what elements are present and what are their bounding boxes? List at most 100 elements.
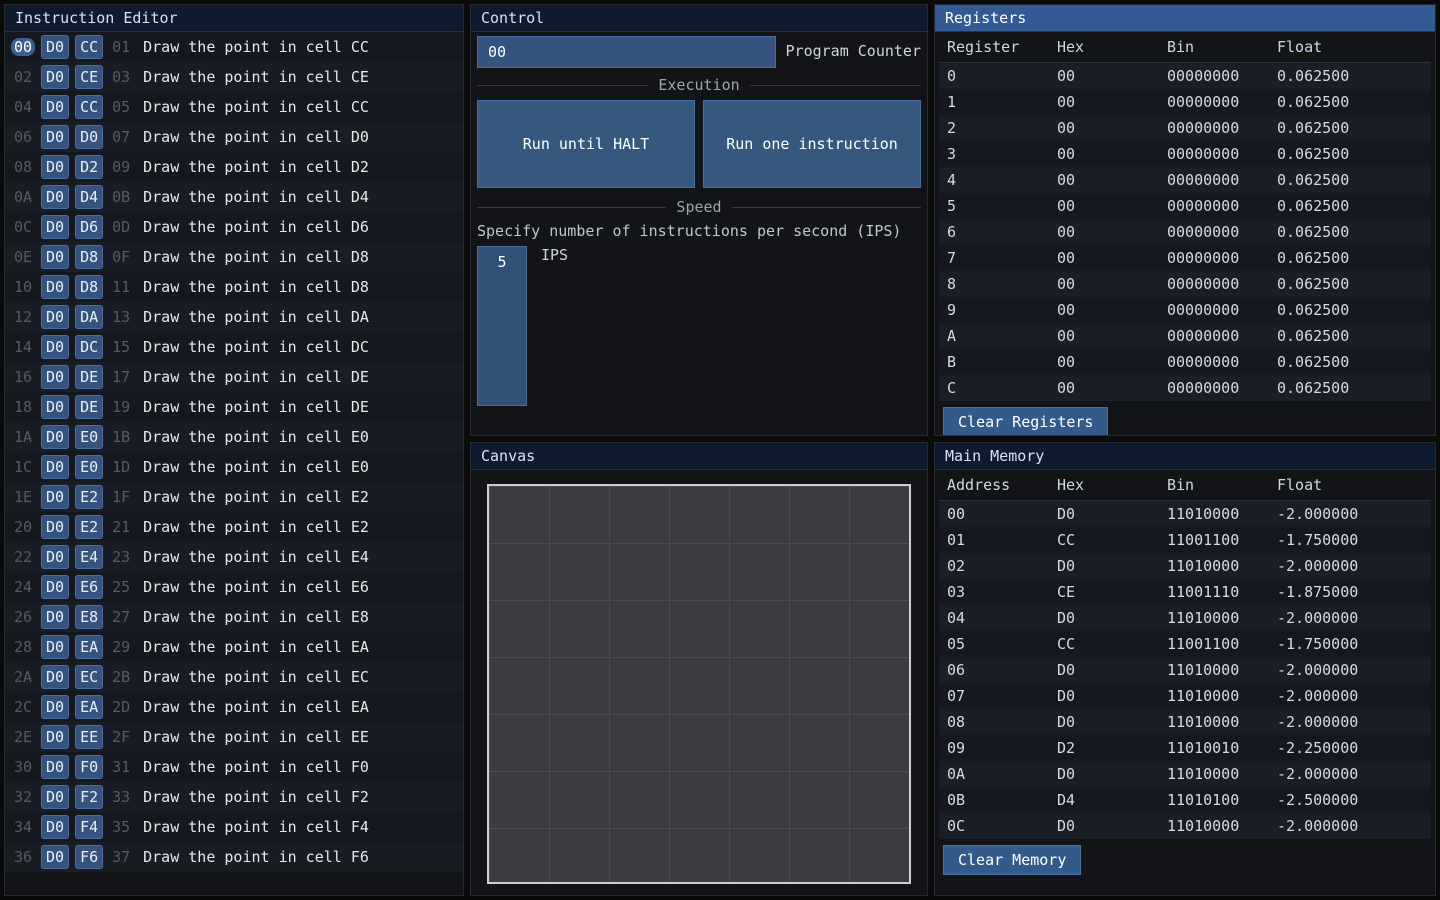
instruction-byte-1[interactable]: DE xyxy=(75,365,103,389)
instruction-byte-1[interactable]: D4 xyxy=(75,185,103,209)
memory-row[interactable]: 01CC11001100-1.750000 xyxy=(939,527,1431,553)
instruction-byte-1[interactable]: E6 xyxy=(75,575,103,599)
register-row[interactable]: 800000000000.062500 xyxy=(939,271,1431,297)
canvas-surface[interactable] xyxy=(487,484,911,884)
instruction-row[interactable]: 30D0F031Draw the point in cell F0 xyxy=(5,752,463,782)
instruction-byte-0[interactable]: D0 xyxy=(41,755,69,779)
instruction-row[interactable]: 24D0E625Draw the point in cell E6 xyxy=(5,572,463,602)
memory-row[interactable]: 03CE11001110-1.875000 xyxy=(939,579,1431,605)
instruction-byte-0[interactable]: D0 xyxy=(41,155,69,179)
instruction-byte-1[interactable]: CC xyxy=(75,35,103,59)
instruction-row[interactable]: 22D0E423Draw the point in cell E4 xyxy=(5,542,463,572)
instruction-byte-1[interactable]: E0 xyxy=(75,455,103,479)
instruction-byte-0[interactable]: D0 xyxy=(41,395,69,419)
instruction-row[interactable]: 28D0EA29Draw the point in cell EA xyxy=(5,632,463,662)
instruction-byte-1[interactable]: D8 xyxy=(75,245,103,269)
instruction-byte-0[interactable]: D0 xyxy=(41,335,69,359)
memory-row[interactable]: 05CC11001100-1.750000 xyxy=(939,631,1431,657)
register-row[interactable]: 900000000000.062500 xyxy=(939,297,1431,323)
run-until-halt-button[interactable]: Run until HALT xyxy=(477,100,695,188)
instruction-byte-1[interactable]: CE xyxy=(75,65,103,89)
instruction-byte-0[interactable]: D0 xyxy=(41,365,69,389)
instruction-row[interactable]: 02D0CE03Draw the point in cell CE xyxy=(5,62,463,92)
instruction-byte-1[interactable]: DC xyxy=(75,335,103,359)
instruction-byte-1[interactable]: EC xyxy=(75,665,103,689)
instruction-row[interactable]: 2ED0EE2FDraw the point in cell EE xyxy=(5,722,463,752)
instruction-row[interactable]: 04D0CC05Draw the point in cell CC xyxy=(5,92,463,122)
register-row[interactable]: 600000000000.062500 xyxy=(939,219,1431,245)
instruction-byte-1[interactable]: D2 xyxy=(75,155,103,179)
memory-row[interactable]: 08D011010000-2.000000 xyxy=(939,709,1431,735)
memory-row[interactable]: 04D011010000-2.000000 xyxy=(939,605,1431,631)
ips-input[interactable]: 5 xyxy=(477,246,527,406)
instruction-row[interactable]: 26D0E827Draw the point in cell E8 xyxy=(5,602,463,632)
instruction-byte-1[interactable]: D0 xyxy=(75,125,103,149)
instruction-row[interactable]: 1AD0E01BDraw the point in cell E0 xyxy=(5,422,463,452)
instruction-row[interactable]: 08D0D209Draw the point in cell D2 xyxy=(5,152,463,182)
instruction-row[interactable]: 0AD0D40BDraw the point in cell D4 xyxy=(5,182,463,212)
instruction-byte-0[interactable]: D0 xyxy=(41,425,69,449)
register-row[interactable]: 500000000000.062500 xyxy=(939,193,1431,219)
instruction-byte-1[interactable]: EE xyxy=(75,725,103,749)
instruction-byte-1[interactable]: E0 xyxy=(75,425,103,449)
instruction-byte-1[interactable]: F2 xyxy=(75,785,103,809)
instruction-byte-1[interactable]: EA xyxy=(75,695,103,719)
register-row[interactable]: 300000000000.062500 xyxy=(939,141,1431,167)
instruction-row[interactable]: 2CD0EA2DDraw the point in cell EA xyxy=(5,692,463,722)
instruction-row[interactable]: 18D0DE19Draw the point in cell DE xyxy=(5,392,463,422)
instruction-row[interactable]: 2AD0EC2BDraw the point in cell EC xyxy=(5,662,463,692)
instruction-byte-0[interactable]: D0 xyxy=(41,215,69,239)
instruction-byte-0[interactable]: D0 xyxy=(41,545,69,569)
instruction-row[interactable]: 0CD0D60DDraw the point in cell D6 xyxy=(5,212,463,242)
instruction-byte-1[interactable]: EA xyxy=(75,635,103,659)
instruction-byte-0[interactable]: D0 xyxy=(41,785,69,809)
instruction-row[interactable]: 16D0DE17Draw the point in cell DE xyxy=(5,362,463,392)
memory-row[interactable]: 07D011010000-2.000000 xyxy=(939,683,1431,709)
memory-row[interactable]: 0BD411010100-2.500000 xyxy=(939,787,1431,813)
instruction-row[interactable]: 32D0F233Draw the point in cell F2 xyxy=(5,782,463,812)
instruction-row[interactable]: 00D0CC01Draw the point in cell CC xyxy=(5,32,463,62)
clear-registers-button[interactable]: Clear Registers xyxy=(943,407,1108,435)
register-row[interactable]: 000000000000.062500 xyxy=(939,63,1431,90)
instruction-row[interactable]: 14D0DC15Draw the point in cell DC xyxy=(5,332,463,362)
instruction-byte-1[interactable]: F4 xyxy=(75,815,103,839)
instruction-byte-0[interactable]: D0 xyxy=(41,725,69,749)
clear-memory-button[interactable]: Clear Memory xyxy=(943,845,1081,875)
register-row[interactable]: 400000000000.062500 xyxy=(939,167,1431,193)
instruction-byte-1[interactable]: D8 xyxy=(75,275,103,299)
instruction-byte-0[interactable]: D0 xyxy=(41,95,69,119)
instruction-byte-0[interactable]: D0 xyxy=(41,65,69,89)
instruction-row[interactable]: 36D0F637Draw the point in cell F6 xyxy=(5,842,463,872)
instruction-byte-0[interactable]: D0 xyxy=(41,815,69,839)
instruction-byte-1[interactable]: DE xyxy=(75,395,103,419)
run-one-instruction-button[interactable]: Run one instruction xyxy=(703,100,921,188)
memory-row[interactable]: 00D011010000-2.000000 xyxy=(939,501,1431,528)
memory-row[interactable]: 06D011010000-2.000000 xyxy=(939,657,1431,683)
memory-row[interactable]: 0AD011010000-2.000000 xyxy=(939,761,1431,787)
instruction-byte-0[interactable]: D0 xyxy=(41,185,69,209)
instruction-row[interactable]: 1ED0E21FDraw the point in cell E2 xyxy=(5,482,463,512)
memory-row[interactable]: 0CD011010000-2.000000 xyxy=(939,813,1431,839)
instruction-byte-1[interactable]: E8 xyxy=(75,605,103,629)
instruction-byte-0[interactable]: D0 xyxy=(41,575,69,599)
instruction-byte-1[interactable]: CC xyxy=(75,95,103,119)
instruction-row[interactable]: 10D0D811Draw the point in cell D8 xyxy=(5,272,463,302)
instruction-byte-1[interactable]: D6 xyxy=(75,215,103,239)
instruction-byte-0[interactable]: D0 xyxy=(41,245,69,269)
instruction-byte-0[interactable]: D0 xyxy=(41,515,69,539)
register-row[interactable]: B00000000000.062500 xyxy=(939,349,1431,375)
instruction-row[interactable]: 0ED0D80FDraw the point in cell D8 xyxy=(5,242,463,272)
register-row[interactable]: 100000000000.062500 xyxy=(939,89,1431,115)
instruction-row[interactable]: 34D0F435Draw the point in cell F4 xyxy=(5,812,463,842)
instruction-byte-1[interactable]: E2 xyxy=(75,485,103,509)
instruction-byte-0[interactable]: D0 xyxy=(41,125,69,149)
instruction-byte-1[interactable]: F6 xyxy=(75,845,103,869)
instruction-byte-0[interactable]: D0 xyxy=(41,605,69,629)
instruction-byte-1[interactable]: E4 xyxy=(75,545,103,569)
instruction-byte-1[interactable]: F0 xyxy=(75,755,103,779)
memory-row[interactable]: 02D011010000-2.000000 xyxy=(939,553,1431,579)
register-row[interactable]: 200000000000.062500 xyxy=(939,115,1431,141)
register-row[interactable]: A00000000000.062500 xyxy=(939,323,1431,349)
instruction-byte-0[interactable]: D0 xyxy=(41,845,69,869)
register-row[interactable]: C00000000000.062500 xyxy=(939,375,1431,401)
